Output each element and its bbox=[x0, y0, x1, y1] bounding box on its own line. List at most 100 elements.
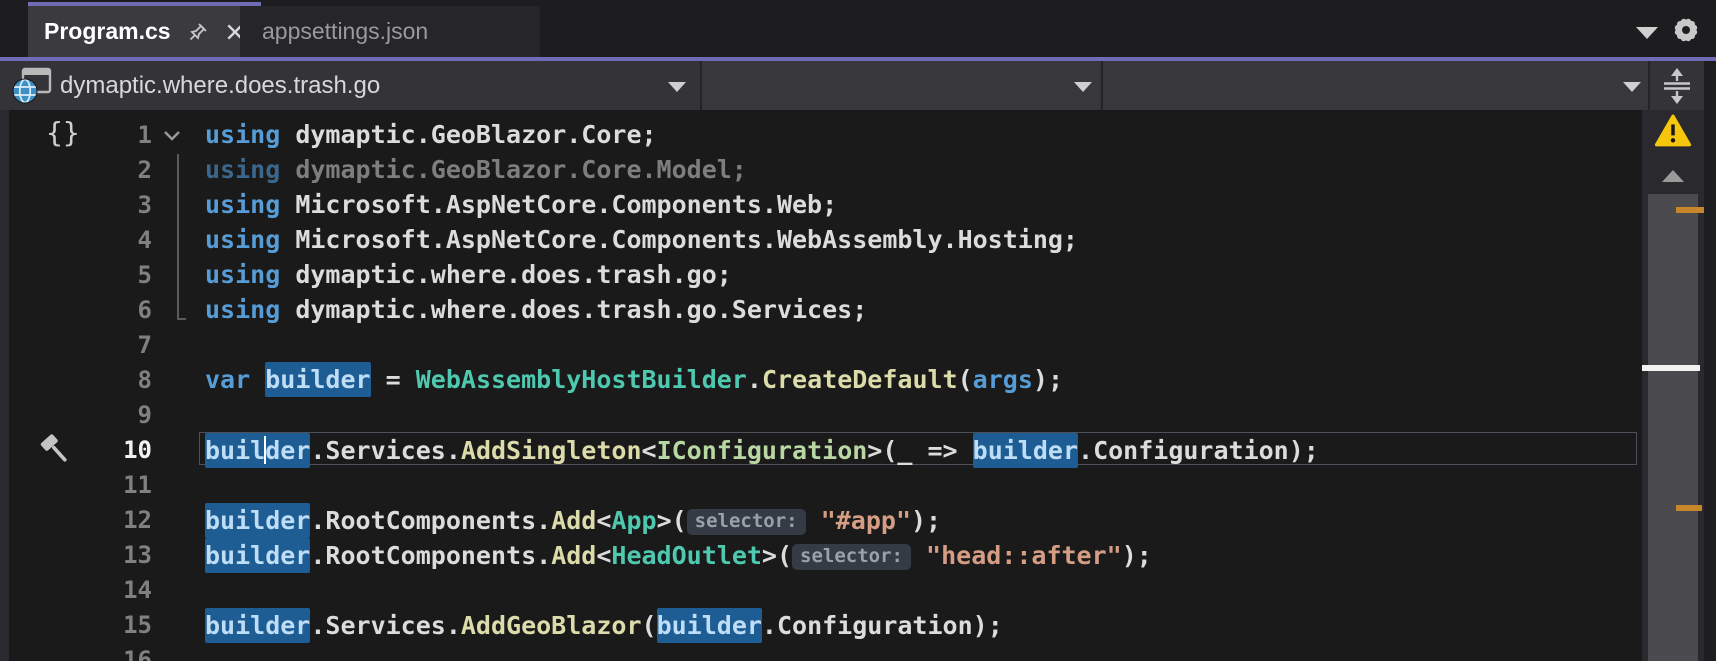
navigation-bar: dymaptic.where.does.trash.go bbox=[0, 57, 1716, 110]
text-cursor bbox=[264, 435, 267, 464]
line-number[interactable]: 13 bbox=[0, 541, 152, 569]
code-text: builder.RootComponents.Add<App>(selector… bbox=[205, 502, 942, 538]
warning-marker[interactable] bbox=[1676, 207, 1704, 213]
warning-marker[interactable] bbox=[1676, 505, 1702, 511]
caret-position-marker[interactable] bbox=[1642, 365, 1700, 371]
pin-icon[interactable] bbox=[187, 21, 209, 43]
type-dropdown[interactable] bbox=[702, 61, 1100, 110]
code-line[interactable]: 9 bbox=[0, 398, 1642, 433]
scrollbar-thumb[interactable] bbox=[1648, 194, 1698, 661]
code-token: >(_ => bbox=[867, 435, 973, 465]
line-number[interactable]: 10 bbox=[0, 436, 152, 464]
code-token: ( bbox=[641, 610, 657, 640]
code-token: dymaptic.GeoBlazor.Core.Model; bbox=[280, 155, 747, 185]
tab-appsettings-json[interactable]: appsettings.json bbox=[240, 6, 540, 57]
code-token: "#app" bbox=[820, 505, 911, 535]
code-token: = bbox=[370, 365, 416, 395]
split-editor-button[interactable] bbox=[1650, 61, 1704, 110]
code-line[interactable]: 5 using dymaptic.where.does.trash.go; bbox=[0, 257, 1642, 292]
split-editor-icon bbox=[1664, 67, 1690, 104]
code-editor-window: Program.cs appsettings.json dymaptic.whe… bbox=[0, 0, 1716, 661]
chevron-down-icon bbox=[668, 82, 686, 92]
code-token: ); bbox=[1121, 540, 1152, 570]
window-edge bbox=[1704, 61, 1716, 661]
project-dropdown[interactable]: dymaptic.where.does.trash.go bbox=[0, 61, 700, 110]
code-token: .Services. bbox=[310, 610, 461, 640]
code-token: Add bbox=[551, 540, 597, 570]
line-number[interactable]: 15 bbox=[0, 611, 152, 639]
code-line[interactable]: 6 using dymaptic.where.does.trash.go.Serv… bbox=[0, 292, 1642, 327]
code-token: Microsoft.AspNetCore.Components.WebAssem… bbox=[280, 225, 1078, 255]
line-number[interactable]: 3 bbox=[0, 191, 152, 219]
code-line[interactable]: 4 using Microsoft.AspNetCore.Components.W… bbox=[0, 222, 1642, 257]
code-token: App bbox=[611, 505, 657, 535]
code-line[interactable]: 11 bbox=[0, 468, 1642, 503]
highlighted-symbol: builder bbox=[205, 537, 311, 573]
line-number[interactable]: 7 bbox=[0, 331, 152, 359]
code-line[interactable]: 15 builder.Services.AddGeoBlazor(builder.… bbox=[0, 607, 1642, 643]
code-text: builder.Services.AddGeoBlazor(builder.Co… bbox=[205, 607, 1003, 643]
inline-parameter-hint: selector: bbox=[792, 543, 911, 570]
code-line[interactable]: 12 builder.RootComponents.Add<App>(select… bbox=[0, 502, 1642, 538]
code-token: < bbox=[596, 540, 612, 570]
code-text: using dymaptic.where.does.trash.go.Servi… bbox=[205, 295, 867, 324]
code-token: Microsoft.AspNetCore.Components.Web; bbox=[280, 190, 838, 220]
code-token: IConfiguration bbox=[656, 435, 868, 465]
scroll-up-arrow[interactable] bbox=[1662, 170, 1684, 182]
code-token: ); bbox=[911, 505, 942, 535]
code-line[interactable]: 2 using dymaptic.GeoBlazor.Core.Model; bbox=[0, 152, 1642, 187]
code-token: .RootComponents. bbox=[310, 540, 552, 570]
code-editor[interactable]: {} 1 using dymaptic.GeoBlazor.Core; 2 using… bbox=[0, 110, 1642, 661]
line-number[interactable]: 9 bbox=[0, 401, 152, 429]
tab-label: appsettings.json bbox=[262, 18, 429, 44]
code-text: using Microsoft.AspNetCore.Components.We… bbox=[205, 190, 837, 219]
code-line[interactable]: 3 using Microsoft.AspNetCore.Components.W… bbox=[0, 187, 1642, 222]
line-number[interactable]: 12 bbox=[0, 506, 152, 534]
vertical-scrollbar[interactable] bbox=[1642, 110, 1704, 661]
line-number[interactable]: 1 bbox=[0, 121, 152, 149]
highlighted-symbol: builder bbox=[205, 432, 311, 468]
tab-program-cs[interactable]: Program.cs bbox=[28, 2, 261, 57]
project-name: dymaptic.where.does.trash.go bbox=[60, 71, 381, 99]
code-token: < bbox=[596, 505, 612, 535]
inline-parameter-hint: selector: bbox=[686, 508, 806, 535]
gear-part bbox=[1682, 26, 1690, 34]
highlighted-symbol: builder bbox=[656, 607, 762, 643]
code-text: var builder = WebAssemblyHostBuilder.Cre… bbox=[205, 362, 1063, 398]
code-line[interactable]: 16 bbox=[0, 643, 1642, 661]
tab-list-chevron-down-icon[interactable] bbox=[1636, 27, 1658, 39]
code-token: dymaptic.where.does.trash.go; bbox=[280, 260, 732, 290]
code-token: . bbox=[746, 365, 762, 395]
code-line[interactable]: 13 builder.RootComponents.Add<HeadOutlet>… bbox=[0, 537, 1642, 573]
code-text: using dymaptic.where.does.trash.go; bbox=[205, 260, 732, 289]
line-number[interactable]: 4 bbox=[0, 226, 152, 254]
line-number[interactable]: 5 bbox=[0, 261, 152, 289]
line-number[interactable]: 11 bbox=[0, 471, 152, 499]
code-token: "head::after" bbox=[926, 540, 1122, 570]
highlighted-symbol: builder bbox=[205, 502, 311, 538]
warning-icon[interactable] bbox=[1654, 114, 1692, 153]
code-token: dymaptic.GeoBlazor.Core; bbox=[280, 120, 657, 150]
code-line[interactable]: 10 builder.Services.AddSingleton<IConfigu… bbox=[0, 432, 1642, 468]
line-number[interactable]: 8 bbox=[0, 366, 152, 394]
code-line[interactable]: 14 bbox=[0, 573, 1642, 608]
code-token: >( bbox=[761, 540, 793, 570]
chevron-down-icon bbox=[1074, 82, 1092, 92]
gear-icon[interactable] bbox=[1672, 16, 1700, 44]
code-line[interactable]: 1 using dymaptic.GeoBlazor.Core; bbox=[0, 117, 1642, 152]
code-token: using bbox=[205, 155, 281, 185]
member-dropdown[interactable] bbox=[1103, 61, 1648, 110]
line-number[interactable]: 14 bbox=[0, 576, 152, 604]
tab-bar: Program.cs appsettings.json bbox=[0, 0, 1716, 57]
code-line[interactable]: 7 bbox=[0, 327, 1642, 362]
line-number[interactable]: 6 bbox=[0, 296, 152, 324]
line-number[interactable]: 2 bbox=[0, 156, 152, 184]
code-token: using bbox=[205, 260, 281, 290]
code-token: .Services. bbox=[310, 435, 461, 465]
code-text: using Microsoft.AspNetCore.Components.We… bbox=[205, 225, 1078, 254]
code-line[interactable]: 8 var builder = WebAssemblyHostBuilder.Cr… bbox=[0, 362, 1642, 398]
line-number[interactable]: 16 bbox=[0, 646, 152, 661]
code-token: >( bbox=[656, 505, 687, 535]
